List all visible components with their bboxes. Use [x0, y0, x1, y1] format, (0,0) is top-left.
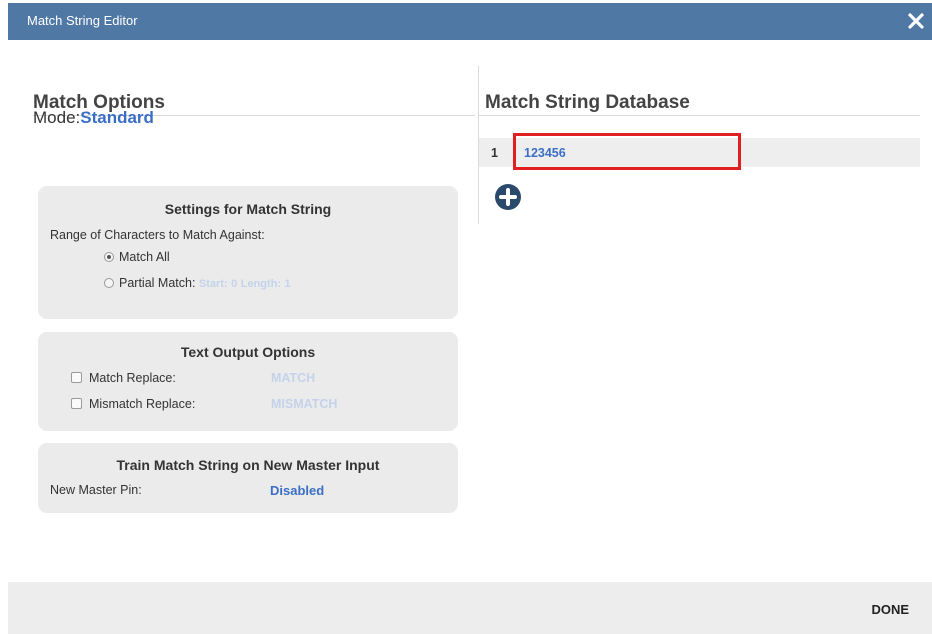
mismatch-replace-row: Mismatch Replace: [71, 397, 195, 411]
text-output-card: Text Output Options Match Replace: MATCH… [38, 332, 458, 431]
selection-highlight [513, 133, 741, 170]
mismatch-replace-value[interactable]: MISMATCH [271, 397, 337, 411]
mismatch-replace-label: Mismatch Replace: [89, 397, 196, 411]
settings-card: Settings for Match String Range of Chara… [38, 186, 458, 319]
match-all-radio[interactable] [104, 252, 114, 262]
start-value: 0 [231, 278, 238, 290]
new-master-pin-value[interactable]: Disabled [270, 483, 324, 498]
partial-match-option[interactable]: Partial Match: Start: 0 Length: 1 [104, 276, 291, 290]
partial-match-radio[interactable] [104, 278, 114, 288]
close-icon[interactable] [904, 9, 928, 33]
match-replace-value[interactable]: MATCH [271, 371, 315, 385]
match-all-option[interactable]: Match All [104, 250, 170, 264]
match-all-label: Match All [119, 250, 170, 264]
mode-row: Mode:Standard [33, 108, 154, 128]
dialog-footer: DONE [8, 582, 932, 634]
dialog-titlebar: Match String Editor [8, 3, 932, 40]
database-divider [479, 115, 920, 116]
plus-circle-icon[interactable] [494, 183, 522, 211]
mode-label: Mode: [33, 108, 81, 127]
length-label: Length: [240, 278, 282, 290]
match-replace-row: Match Replace: [71, 371, 176, 385]
done-button[interactable]: DONE [871, 602, 909, 617]
database-row-index: 1 [491, 146, 498, 160]
length-value: 1 [284, 278, 291, 290]
text-output-card-title: Text Output Options [180, 344, 316, 360]
mismatch-replace-checkbox[interactable] [71, 398, 82, 409]
start-label: Start: [198, 278, 228, 290]
match-replace-checkbox[interactable] [71, 372, 82, 383]
train-card-title: Train Match String on New Master Input [116, 457, 380, 473]
train-card: Train Match String on New Master Input N… [38, 443, 458, 513]
mode-value[interactable]: Standard [80, 108, 154, 127]
match-string-database-heading: Match String Database [485, 92, 690, 113]
range-label: Range of Characters to Match Against: [50, 228, 265, 242]
partial-match-label: Partial Match: [119, 276, 196, 290]
settings-card-title: Settings for Match String [164, 201, 332, 217]
new-master-pin-label: New Master Pin: [50, 483, 142, 497]
dialog-title: Match String Editor [27, 13, 138, 28]
match-replace-label: Match Replace: [89, 371, 176, 385]
